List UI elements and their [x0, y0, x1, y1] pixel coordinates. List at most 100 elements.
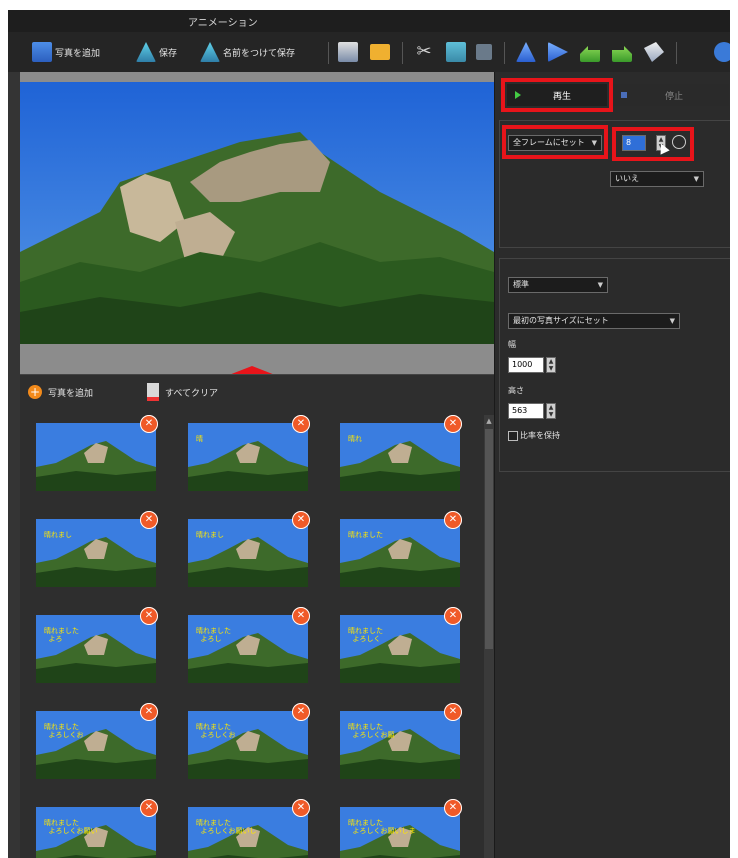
remove-thumbnail-icon[interactable]: ✕: [444, 415, 462, 433]
save-button[interactable]: 保存: [136, 40, 177, 64]
thumbnail-6[interactable]: 晴れました: [340, 519, 460, 587]
save-as-icon: [200, 42, 220, 62]
strip-scrollbar[interactable]: ▲: [484, 415, 494, 858]
remove-thumbnail-icon[interactable]: ✕: [292, 799, 310, 817]
thumbnail-caption: 晴れました よろしく: [348, 627, 383, 643]
rotate-left-icon[interactable]: [580, 46, 600, 62]
thumbnail-8[interactable]: 晴れました よろし: [188, 615, 308, 683]
thumbnail-caption: 晴れました: [348, 531, 383, 539]
height-label: 高さ: [508, 386, 524, 395]
thumbnail-15[interactable]: 晴れました よろしくお願いしま: [340, 807, 460, 858]
photo-strip: + 写真を追加 すべてクリア ✕ 晴 ✕ 晴れ ✕ 晴れまし ✕ 晴れまし ✕ 晴れました ✕ 晴れま…: [20, 374, 494, 858]
thumbnail-12[interactable]: 晴れました よろしくお願: [340, 711, 460, 779]
thumbnail-caption: 晴れまし: [44, 531, 72, 539]
flip-vertical-icon[interactable]: [516, 42, 536, 62]
remove-thumbnail-icon[interactable]: ✕: [444, 799, 462, 817]
remove-thumbnail-icon[interactable]: ✕: [292, 607, 310, 625]
add-photo-plus-icon[interactable]: +: [28, 385, 42, 399]
add-photo-button[interactable]: 写真を追加: [32, 40, 100, 64]
loop-dropdown[interactable]: いいえ ▼: [610, 171, 704, 187]
remove-thumbnail-icon[interactable]: ✕: [292, 703, 310, 721]
remove-thumbnail-icon[interactable]: ✕: [140, 607, 158, 625]
thumbnail-caption: 晴れ: [348, 435, 362, 443]
thumbnail-caption: 晴れまし: [196, 531, 224, 539]
settings-panel: 再生 停止 全フレームにセット ▼ 8 ▲ ▼ いいえ ▼ 標準 ▼ 最初の写真…: [494, 72, 730, 858]
clear-all-icon[interactable]: [147, 383, 160, 401]
thumbnail-2[interactable]: 晴: [188, 423, 308, 491]
strip-toolbar: + 写真を追加 すべてクリア: [28, 383, 218, 401]
stop-button[interactable]: 停止: [613, 84, 729, 106]
scroll-up-icon[interactable]: ▲: [485, 417, 493, 425]
frame-dropdown-highlight-box: [502, 125, 608, 159]
copy-icon[interactable]: [446, 42, 466, 62]
app-window: アニメーション 写真を追加 保存 名前をつけて保存 ✂ + 写真を追加 すべてク…: [8, 10, 730, 858]
thumbnail-3[interactable]: 晴れ: [340, 423, 460, 491]
thumbnail-caption: 晴れました よろしくお願いし: [196, 819, 257, 835]
chevron-down-icon: ▼: [693, 175, 699, 183]
info-icon[interactable]: [714, 42, 730, 62]
keep-ratio-label: 比率を保持: [520, 431, 560, 440]
remove-thumbnail-icon[interactable]: ✕: [140, 799, 158, 817]
thumbnail-caption: 晴: [196, 435, 203, 443]
remove-thumbnail-icon[interactable]: ✕: [292, 511, 310, 529]
width-input[interactable]: 1000: [508, 357, 544, 373]
size-set-dropdown[interactable]: 最初の写真サイズにセット ▼: [508, 313, 680, 329]
toolbar-separator: [504, 42, 505, 64]
thumbnail-caption: 晴れました よろしくお願い: [44, 819, 98, 835]
thumbnail-1[interactable]: [36, 423, 156, 491]
paste-icon[interactable]: [476, 44, 492, 60]
frame-value-highlight-box: [612, 127, 694, 161]
remove-thumbnail-icon[interactable]: ✕: [140, 511, 158, 529]
rotate-right-icon[interactable]: [612, 46, 632, 62]
thumbnail-13[interactable]: 晴れました よろしくお願い: [36, 807, 156, 858]
thumbnail-caption: 晴れました よろしくお願: [348, 723, 395, 739]
strip-clear-all-label[interactable]: すべてクリア: [165, 386, 218, 399]
toolbar-separator: [328, 42, 329, 64]
size-settings-group: 標準 ▼ 最初の写真サイズにセット ▼ 幅 1000 ▲ ▼ 高さ 563 ▲ ▼ …: [499, 258, 730, 472]
remove-thumbnail-icon[interactable]: ✕: [444, 511, 462, 529]
add-photo-icon: [32, 42, 52, 62]
toolbar-separator: [676, 42, 677, 64]
stop-icon: [621, 92, 627, 98]
thumbnail-caption: 晴れました よろしくお: [196, 723, 236, 739]
thumbnail-caption: 晴れました よろしくお: [44, 723, 84, 739]
print-icon[interactable]: [338, 42, 358, 62]
preview-image: [20, 82, 494, 354]
height-input[interactable]: 563: [508, 403, 544, 419]
effect-icon[interactable]: [644, 42, 664, 62]
strip-add-photo-label[interactable]: 写真を追加: [48, 386, 93, 399]
size-mode-dropdown[interactable]: 標準 ▼: [508, 277, 608, 293]
remove-thumbnail-icon[interactable]: ✕: [140, 415, 158, 433]
thumbnail-14[interactable]: 晴れました よろしくお願いし: [188, 807, 308, 858]
thumbnail-5[interactable]: 晴れまし: [188, 519, 308, 587]
flip-horizontal-icon[interactable]: [548, 42, 568, 62]
thumbnail-4[interactable]: 晴れまし: [36, 519, 156, 587]
frame-settings-group: 全フレームにセット ▼ 8 ▲ ▼ いいえ ▼: [499, 120, 730, 248]
remove-thumbnail-icon[interactable]: ✕: [444, 607, 462, 625]
thumbnail-caption: 晴れました よろし: [196, 627, 231, 643]
remove-thumbnail-icon[interactable]: ✕: [140, 703, 158, 721]
keep-ratio-checkbox[interactable]: [508, 431, 518, 441]
remove-thumbnail-icon[interactable]: ✕: [292, 415, 310, 433]
thumbnail-grid: ✕ 晴 ✕ 晴れ ✕ 晴れまし ✕ 晴れまし ✕ 晴れました ✕ 晴れました よろ ✕ 晴れました よろし…: [20, 415, 482, 858]
play-highlight-box: [501, 78, 613, 112]
remove-thumbnail-icon[interactable]: ✕: [444, 703, 462, 721]
height-spinner[interactable]: ▲ ▼: [546, 403, 556, 419]
thumbnail-7[interactable]: 晴れました よろ: [36, 615, 156, 683]
save-icon: [136, 42, 156, 62]
window-title: アニメーション: [188, 18, 258, 29]
chevron-down-icon: ▼: [597, 281, 603, 289]
title-bar: アニメーション: [8, 10, 730, 32]
thumbnail-9[interactable]: 晴れました よろしく: [340, 615, 460, 683]
thumbnail-11[interactable]: 晴れました よろしくお: [188, 711, 308, 779]
toolbar: 写真を追加 保存 名前をつけて保存 ✂: [8, 32, 730, 73]
width-spinner[interactable]: ▲ ▼: [546, 357, 556, 373]
thumbnail-10[interactable]: 晴れました よろしくお: [36, 711, 156, 779]
chevron-down-icon: ▼: [669, 317, 675, 325]
scrollbar-thumb[interactable]: [485, 429, 493, 649]
save-as-button[interactable]: 名前をつけて保存: [200, 40, 295, 64]
cut-icon[interactable]: ✂: [414, 42, 434, 62]
thumbnail-caption: 晴れました よろ: [44, 627, 79, 643]
mail-icon[interactable]: [370, 44, 390, 60]
left-edge: [8, 72, 20, 858]
